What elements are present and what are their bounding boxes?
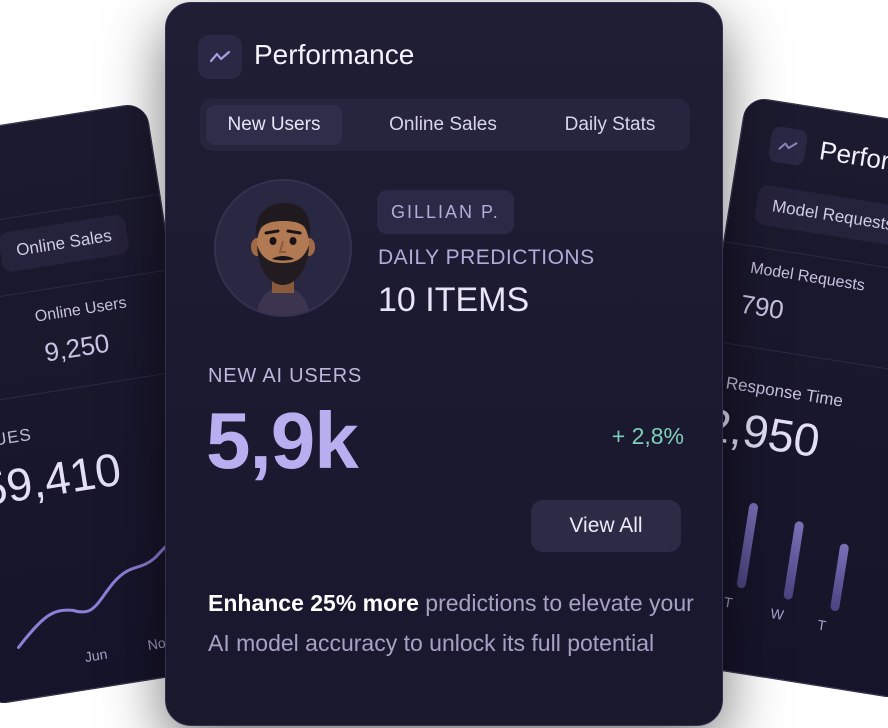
trend-line-icon [198,35,242,79]
tab-bar: New Users Online Sales Daily Stats [200,99,690,151]
avatar-illustration [216,181,350,315]
tab-daily-stats[interactable]: Daily Stats [540,105,680,145]
stat-delta: + 2,8% [611,423,684,449]
avatar [214,179,352,317]
right-x-tick: T [722,593,734,611]
right-x-tick: T [816,616,828,634]
left-metric-value: 9,250 [42,327,112,368]
right-bar [829,543,850,612]
stage: unsce Online Sales Online Users 9,250 SU… [0,0,888,728]
left-big-label: SUES [0,424,34,452]
tab-online-sales[interactable]: Online Sales [370,105,516,145]
view-all-button[interactable]: View All [531,500,681,552]
right-x-tick: W [769,605,785,623]
left-metric-label: Online Users [33,294,128,326]
right-tab-model-requests[interactable]: Model Requests [753,183,888,248]
right-metric-label: Model Requests [749,259,866,295]
stat-value: 5,9k [206,396,359,485]
right-card-title: Perform [817,135,888,180]
right-bar-chart [689,97,888,612]
left-x-tick: Jun [83,645,109,666]
trend-line-icon [767,125,809,167]
stat-label: NEW AI USERS [208,365,363,387]
left-tab-online-sales[interactable]: Online Sales [0,213,131,274]
card-title: Performance [254,39,415,70]
profile-name-badge: GILLIAN P. [377,190,514,234]
performance-card: Performance New Users Online Sales Daily… [165,2,723,726]
promo-highlight: Enhance 25% more [208,590,419,616]
divider [0,369,188,410]
right-metric-value: 790 [738,288,786,326]
right-bar [736,502,759,589]
tab-new-users[interactable]: New Users [206,105,342,145]
predictions-value: 10 ITEMS [378,281,530,319]
promo-text: Enhance 25% more predictions to elevate … [208,583,708,663]
predictions-label: DAILY PREDICTIONS [378,246,595,269]
right-bar [783,520,805,601]
